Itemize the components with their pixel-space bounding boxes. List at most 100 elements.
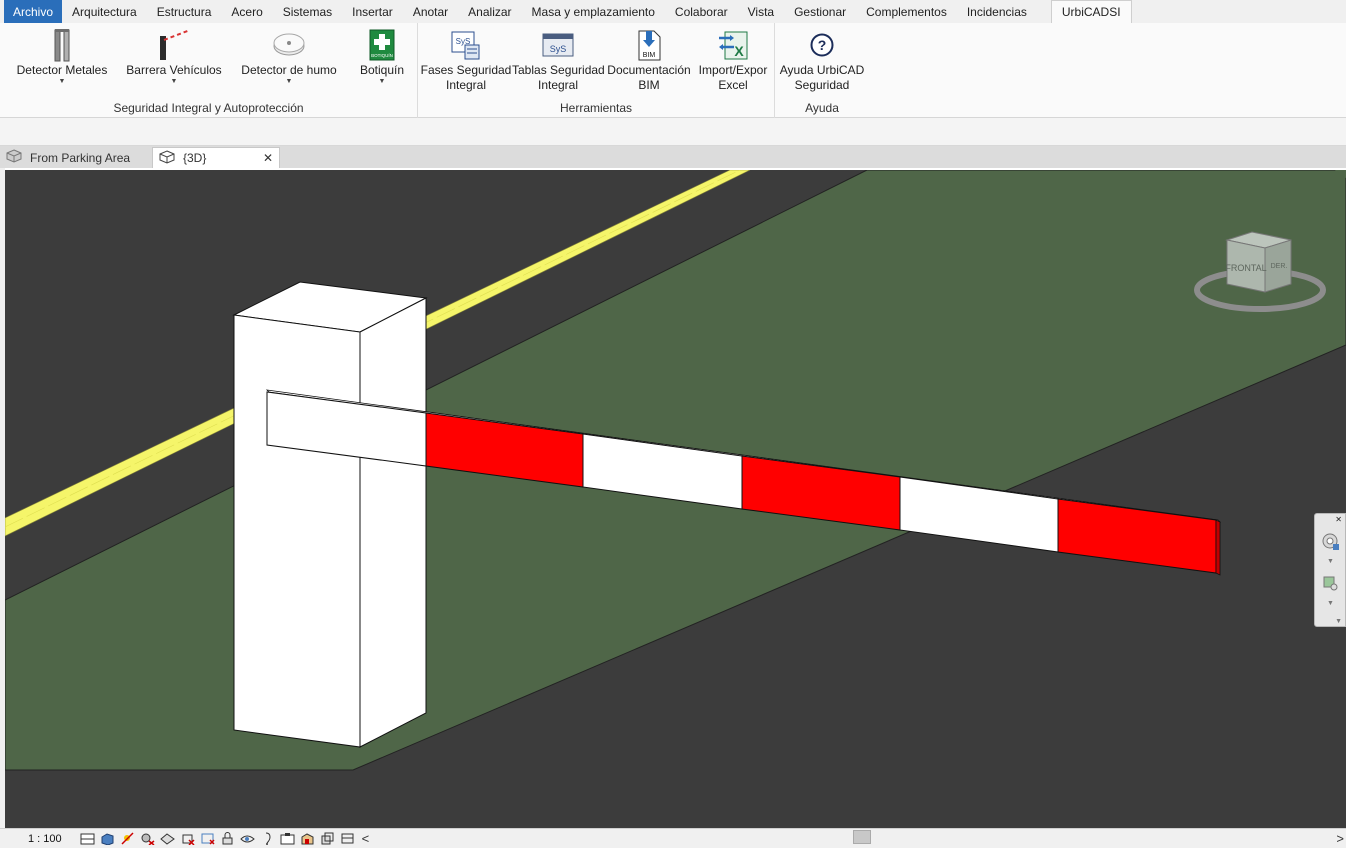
botiquin-button[interactable]: BOTIQUÍN Botiquín ▼ xyxy=(354,27,410,86)
customize-icon[interactable]: ▼ xyxy=(1335,618,1342,625)
scroll-left-button[interactable]: < xyxy=(362,831,370,846)
detail-level-icon[interactable] xyxy=(80,832,95,845)
crop-view-icon[interactable] xyxy=(180,832,195,845)
3d-viewport[interactable]: FRONTAL DER. ✕ ▼ ▼ ▼ xyxy=(5,168,1346,828)
close-icon[interactable]: ✕ xyxy=(263,151,273,165)
ayuda-urbicad-label-1: Ayuda UrbiCAD xyxy=(779,63,865,77)
tab-from-parking-area[interactable]: From Parking Area xyxy=(0,147,152,168)
analytical-model-icon[interactable] xyxy=(300,832,315,845)
documentacion-bim-label-1: Documentación xyxy=(607,63,691,77)
panel-ayuda: ? Ayuda UrbiCAD Seguridad Ayuda xyxy=(775,23,869,118)
sun-path-icon[interactable] xyxy=(120,832,135,845)
detector-humo-button[interactable]: Detector de humo ▼ xyxy=(236,27,342,86)
detector-metales-button[interactable]: Detector Metales ▼ xyxy=(14,27,110,86)
temporary-view-properties-icon[interactable] xyxy=(280,832,295,845)
panel-seguridad-integral: Detector Metales ▼ Barrera Vehículos ▼ D… xyxy=(0,23,418,118)
ayuda-urbicad-label-2: Seguridad xyxy=(794,78,850,92)
import-export-excel-label-1: Import/Expor xyxy=(698,63,768,77)
menu-insertar[interactable]: Insertar xyxy=(342,0,403,23)
phases-icon: SyS xyxy=(420,27,512,63)
svg-text:SyS: SyS xyxy=(550,44,567,54)
vehicle-barrier-icon xyxy=(124,27,224,63)
reveal-hidden-icon[interactable] xyxy=(260,832,275,845)
view-control-bar: 1 : 100 < > xyxy=(0,828,1346,848)
help-icon: ? xyxy=(777,27,867,63)
tab-3d[interactable]: {3D} ✕ xyxy=(152,147,280,168)
barrera-vehiculos-label: Barrera Vehículos xyxy=(126,63,222,77)
import-export-excel-button[interactable]: X Import/Expor Excel xyxy=(694,27,772,93)
close-icon[interactable]: ✕ xyxy=(1335,515,1342,524)
menu-gestionar[interactable]: Gestionar xyxy=(784,0,856,23)
panel-seguridad-label: Seguridad Integral y Autoprotección xyxy=(113,101,304,115)
menu-vista[interactable]: Vista xyxy=(738,0,784,23)
menu-colaborar[interactable]: Colaborar xyxy=(665,0,738,23)
ribbon: Detector Metales ▼ Barrera Vehículos ▼ D… xyxy=(0,23,1346,118)
view-tabs: From Parking Area {3D} ✕ xyxy=(0,146,1346,168)
tablas-seguridad-label-2: Integral xyxy=(537,78,579,92)
bollard-side xyxy=(359,297,427,748)
barrera-vehiculos-button[interactable]: Barrera Vehículos ▼ xyxy=(124,27,224,86)
temporary-hide-icon[interactable] xyxy=(239,832,255,845)
svg-text:X: X xyxy=(734,43,744,59)
lock-view-icon[interactable] xyxy=(220,832,235,845)
chevron-down-icon: ▼ xyxy=(378,78,386,85)
panel-herramientas: SyS Fases Seguridad Integral SyS Tablas … xyxy=(418,23,775,118)
navigation-bar[interactable]: ✕ ▼ ▼ ▼ xyxy=(1314,513,1346,627)
detector-metales-label: Detector Metales xyxy=(16,63,108,77)
detector-humo-label: Detector de humo xyxy=(241,63,337,77)
chevron-down-icon[interactable]: ▼ xyxy=(1327,600,1334,607)
svg-text:?: ? xyxy=(818,37,827,53)
bollard-front xyxy=(233,314,361,748)
menu-incidencias[interactable]: Incidencias xyxy=(957,0,1037,23)
chevron-down-icon: ▼ xyxy=(285,78,293,85)
fases-seguridad-label-2: Integral xyxy=(445,78,487,92)
3d-view-icon xyxy=(6,149,22,166)
svg-text:DER.: DER. xyxy=(1271,263,1288,270)
bim-docs-icon: BIM xyxy=(604,27,694,63)
chevron-down-icon: ▼ xyxy=(58,78,66,85)
3d-view-icon xyxy=(159,149,175,167)
botiquin-label: Botiquín xyxy=(359,63,405,77)
shadows-icon[interactable] xyxy=(140,832,155,845)
tab-label: {3D} xyxy=(183,151,207,165)
tab-label: From Parking Area xyxy=(30,150,131,165)
panel-herramientas-label: Herramientas xyxy=(559,101,633,115)
menu-complementos[interactable]: Complementos xyxy=(856,0,957,23)
steering-wheel-icon[interactable] xyxy=(1321,532,1341,555)
menu-acero[interactable]: Acero xyxy=(221,0,272,23)
menu-arquitectura[interactable]: Arquitectura xyxy=(62,0,147,23)
view-scale[interactable]: 1 : 100 xyxy=(28,833,62,845)
reveal-constraints-icon[interactable] xyxy=(340,832,355,845)
fases-seguridad-button[interactable]: SyS Fases Seguridad Integral xyxy=(420,27,512,93)
visual-style-icon[interactable] xyxy=(100,832,115,845)
menu-masa-emplazamiento[interactable]: Masa y emplazamiento xyxy=(522,0,665,23)
chevron-down-icon: ▼ xyxy=(170,78,178,85)
menu-analizar[interactable]: Analizar xyxy=(458,0,521,23)
import-export-excel-label-2: Excel xyxy=(718,78,748,92)
svg-text:BOTIQUÍN: BOTIQUÍN xyxy=(371,52,393,58)
zoom-icon[interactable] xyxy=(1323,576,1339,595)
ayuda-urbicad-button[interactable]: ? Ayuda UrbiCAD Seguridad xyxy=(777,27,867,93)
tables-icon: SyS xyxy=(512,27,604,63)
svg-text:FRONTAL: FRONTAL xyxy=(1225,263,1266,273)
menu-estructura[interactable]: Estructura xyxy=(147,0,222,23)
metal-detector-icon xyxy=(14,27,110,63)
highlight-displacement-icon[interactable] xyxy=(320,832,335,845)
menu-urbicadsi[interactable]: UrbiCADSI xyxy=(1050,0,1132,23)
tablas-seguridad-button[interactable]: SyS Tablas Seguridad Integral xyxy=(512,27,605,93)
chevron-down-icon[interactable]: ▼ xyxy=(1327,558,1334,565)
fases-seguridad-label-1: Fases Seguridad xyxy=(420,63,512,77)
horizontal-scroll-thumb[interactable] xyxy=(853,830,871,844)
documentacion-bim-button[interactable]: BIM Documentación BIM xyxy=(604,27,694,93)
3d-scene: FRONTAL DER. xyxy=(5,170,1346,828)
documentacion-bim-label-2: BIM xyxy=(638,78,660,92)
show-crop-region-icon[interactable] xyxy=(200,832,215,845)
scroll-right-button[interactable]: > xyxy=(1336,831,1344,846)
smoke-detector-icon xyxy=(236,27,342,63)
menu-sistemas[interactable]: Sistemas xyxy=(273,0,342,23)
excel-icon: X xyxy=(694,27,772,63)
svg-text:BIM: BIM xyxy=(643,52,656,59)
menu-archivo[interactable]: Archivo xyxy=(4,0,63,23)
menu-anotar[interactable]: Anotar xyxy=(403,0,458,23)
render-dialog-icon[interactable] xyxy=(159,832,175,845)
